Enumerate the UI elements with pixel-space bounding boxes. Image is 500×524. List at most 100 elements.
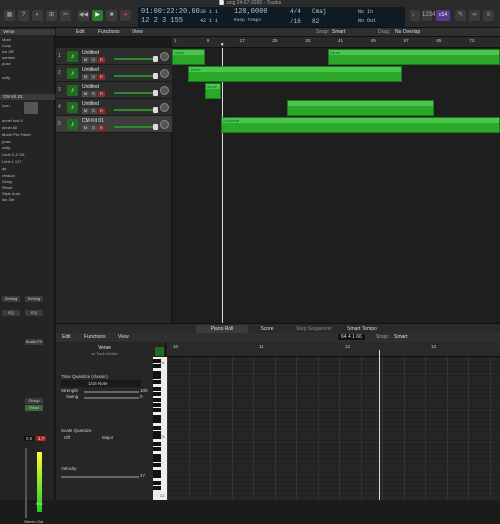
- editor-position[interactable]: 64 4 1 66: [338, 334, 365, 340]
- inspector-row[interactable]: annel Inst 5: [2, 118, 23, 123]
- editor-menu-edit[interactable]: Edit: [62, 334, 71, 340]
- mute-button[interactable]: M: [82, 108, 89, 114]
- track-name[interactable]: Untitled: [82, 84, 99, 90]
- menu-edit[interactable]: Edit: [76, 29, 85, 35]
- tab-smart-tempo[interactable]: Smart Tempo: [342, 325, 382, 333]
- strength-slider[interactable]: [84, 391, 139, 393]
- pan-knob[interactable]: [160, 103, 169, 112]
- strip-setting-button-right[interactable]: Setting: [25, 296, 43, 302]
- cpu-badge[interactable]: c14: [436, 10, 450, 21]
- black-key[interactable]: [153, 391, 161, 396]
- track-header[interactable]: 1 ♪ Untitled M S R: [56, 48, 172, 65]
- black-key[interactable]: [153, 462, 161, 467]
- lcd-display[interactable]: 01:00:22:20.60 12 2 3 155 38 1 1 42 1 1 …: [138, 7, 405, 27]
- stop-button[interactable]: ■: [106, 10, 117, 21]
- piano-roll-ruler[interactable]: 10 11 12 13: [167, 342, 500, 357]
- playhead[interactable]: [222, 48, 223, 323]
- inspector-row[interactable]: ression: [2, 173, 15, 178]
- time-quantize-select[interactable]: 1/16 Note: [61, 380, 141, 387]
- browser-icon[interactable]: ≡: [483, 10, 494, 21]
- swing-slider[interactable]: [84, 397, 139, 399]
- track-header[interactable]: 5 ♪ CM Kit 01 M S R: [56, 116, 172, 133]
- strip-group-button[interactable]: Group: [25, 398, 43, 404]
- scissors-icon[interactable]: ✂: [60, 10, 71, 21]
- loop-browser-icon[interactable]: ∞: [469, 10, 480, 21]
- piano-keyboard[interactable]: [153, 357, 167, 500]
- volume-fader[interactable]: [114, 109, 154, 111]
- inspector-row[interactable]: ay: [2, 166, 6, 171]
- strip-audio-fx-button[interactable]: Audio FX: [25, 339, 43, 345]
- black-key[interactable]: [153, 430, 161, 435]
- black-key[interactable]: [153, 426, 161, 430]
- scale-mode-select[interactable]: Major: [102, 435, 113, 440]
- midi-region[interactable]: Verse: [327, 49, 500, 65]
- record-enable-button[interactable]: R: [98, 91, 105, 97]
- inspector-row[interactable]: Reset: [2, 185, 12, 190]
- black-key[interactable]: [153, 481, 161, 486]
- library-icon[interactable]: ▦: [4, 10, 15, 21]
- track-header[interactable]: 4 ♪ Untitled M S R: [56, 99, 172, 116]
- velocity-slider[interactable]: [61, 476, 139, 478]
- black-key[interactable]: [153, 375, 161, 380]
- inspector-row[interactable]: Loop: [2, 43, 11, 48]
- mute-button[interactable]: M: [82, 91, 89, 97]
- black-key[interactable]: [153, 407, 161, 412]
- editor-menu-view[interactable]: View: [118, 334, 129, 340]
- black-key[interactable]: [153, 474, 161, 479]
- volume-fader-knob[interactable]: [153, 73, 158, 79]
- volume-fader-knob[interactable]: [153, 90, 158, 96]
- solo-button[interactable]: S: [90, 125, 97, 131]
- inspector-row[interactable]: ocity: [2, 145, 10, 150]
- black-key[interactable]: [153, 380, 161, 384]
- track-inspector-header[interactable]: CM Kit 01: [0, 94, 55, 100]
- midi-region[interactable]: Verse: [172, 49, 205, 65]
- scale-quantize-off[interactable]: Off: [64, 435, 70, 440]
- black-key[interactable]: [153, 386, 161, 391]
- piano-roll-grid[interactable]: [167, 342, 500, 501]
- volume-fader[interactable]: [114, 126, 154, 128]
- midi-region[interactable]: [286, 100, 435, 116]
- volume-fader[interactable]: [114, 92, 154, 94]
- black-key[interactable]: [153, 485, 161, 490]
- inspector-row[interactable]: Delay: [2, 179, 12, 184]
- record-enable-button[interactable]: R: [98, 108, 105, 114]
- pan-knob[interactable]: [160, 120, 169, 129]
- inspector-row[interactable]: pose: [2, 139, 11, 144]
- tab-score[interactable]: Score: [252, 325, 282, 333]
- track-name[interactable]: Untitled: [82, 50, 99, 56]
- volume-fader-knob[interactable]: [153, 124, 158, 130]
- inspector-row[interactable]: ocity: [2, 75, 10, 80]
- editor-menu-functions[interactable]: Functions: [84, 334, 106, 340]
- strip-setting-button-left[interactable]: Setting: [2, 296, 20, 302]
- tuner-icon[interactable]: ♩: [410, 10, 420, 21]
- inspector-row[interactable]: Mode Pre Fader: [2, 132, 31, 137]
- black-key[interactable]: [153, 403, 161, 407]
- black-key[interactable]: [153, 458, 161, 463]
- black-key[interactable]: [153, 442, 161, 447]
- inspector-row[interactable]: Icon: [2, 103, 10, 108]
- arrange-area[interactable]: Verse Verse Verse Verse Ultrabeat: [172, 48, 500, 323]
- pan-knob[interactable]: [160, 69, 169, 78]
- bounce-label[interactable]: Bnc: [36, 501, 43, 506]
- playhead-marker-icon[interactable]: ▼: [220, 42, 224, 47]
- smart-controls-icon[interactable]: ◐: [32, 10, 43, 21]
- region-inspector-header[interactable]: Verse: [0, 29, 55, 35]
- inspector-row[interactable]: pose: [2, 61, 11, 66]
- solo-button[interactable]: S: [90, 91, 97, 97]
- track-header[interactable]: 3 ♪ Untitled M S R: [56, 82, 172, 99]
- solo-button[interactable]: S: [90, 74, 97, 80]
- mute-button[interactable]: M: [82, 57, 89, 63]
- midi-region[interactable]: Ultrabeat: [221, 117, 500, 133]
- track-name[interactable]: CM Kit 01: [82, 118, 104, 124]
- strip-read-button[interactable]: Read: [25, 405, 43, 411]
- timeline-ruler[interactable]: 19172533414957657381▼: [172, 37, 500, 48]
- play-button[interactable]: ▶: [92, 10, 103, 21]
- record-enable-button[interactable]: R: [98, 57, 105, 63]
- piano-roll-playhead[interactable]: [379, 350, 380, 500]
- notepad-icon[interactable]: ✎: [455, 10, 466, 21]
- solo-button[interactable]: S: [90, 57, 97, 63]
- inspector-row[interactable]: ion Set: [2, 197, 14, 202]
- solo-button[interactable]: S: [90, 108, 97, 114]
- volume-fader-knob[interactable]: [153, 56, 158, 62]
- tab-step-sequencer[interactable]: Step Sequencer: [288, 325, 340, 333]
